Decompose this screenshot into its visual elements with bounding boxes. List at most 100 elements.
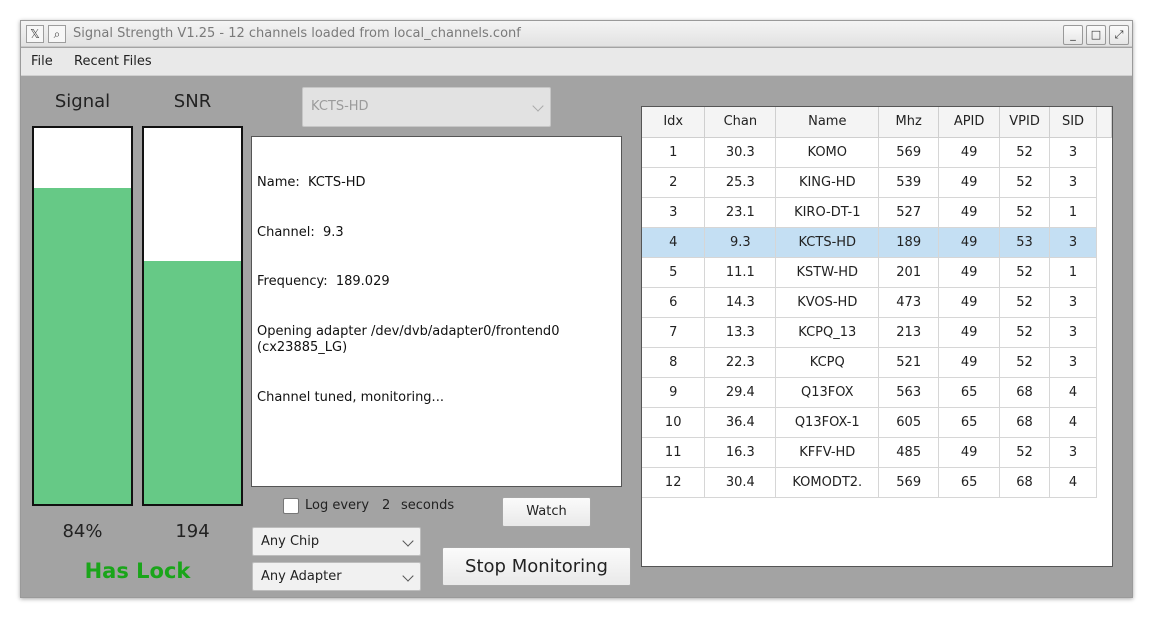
signal-meter-fill: [34, 188, 131, 504]
maximize-button[interactable]: □: [1086, 25, 1106, 45]
channel-table[interactable]: Idx Chan Name Mhz APID VPID SID 1 30.3 KOM…: [641, 106, 1113, 567]
table-cell: 189: [878, 227, 940, 258]
table-cell: 4: [642, 227, 706, 258]
table-row[interactable]: 7 13.3 KCPQ_13 213 49 52 3: [642, 317, 1112, 348]
table-cell: 4: [1049, 467, 1097, 498]
table-cell-filler: [1096, 227, 1112, 257]
table-cell: 49: [938, 167, 1001, 198]
table-row[interactable]: 10 36.4 Q13FOX-1 605 65 68 4: [642, 407, 1112, 438]
table-cell: 22.3: [704, 347, 777, 378]
log-every-label: Log every: [305, 498, 370, 513]
snr-label: SNR: [173, 91, 212, 112]
table-cell: 11: [642, 437, 706, 468]
watch-button[interactable]: Watch: [502, 497, 591, 527]
table-row[interactable]: 11 16.3 KFFV-HD 485 49 52 3: [642, 437, 1112, 468]
table-cell: 569: [878, 467, 940, 498]
table-cell: 49: [938, 317, 1001, 348]
column-header-vpid[interactable]: VPID: [999, 107, 1051, 138]
table-cell: KVOS-HD: [775, 287, 880, 318]
table-cell: 3: [1049, 227, 1097, 258]
table-cell: 52: [999, 197, 1051, 228]
table-cell: 14.3: [704, 287, 777, 318]
table-cell: 3: [1049, 317, 1097, 348]
table-cell: 49: [938, 347, 1001, 378]
window-menu-icon[interactable]: ⌕: [48, 25, 66, 43]
table-cell: 49: [938, 287, 1001, 318]
table-cell: 9.3: [704, 227, 777, 258]
table-cell: 68: [999, 467, 1051, 498]
table-cell: 12: [642, 467, 706, 498]
log-checkbox[interactable]: [283, 498, 299, 514]
adapter-select[interactable]: Any Adapter: [252, 562, 421, 591]
table-cell: 49: [938, 197, 1001, 228]
app-window: 𝕏 ⌕ Signal Strength V1.25 - 12 channels …: [20, 20, 1133, 598]
signal-meter: [32, 126, 133, 506]
table-cell: 539: [878, 167, 940, 198]
stop-monitoring-button[interactable]: Stop Monitoring: [442, 547, 631, 586]
table-cell: KOMO: [775, 137, 880, 168]
close-button[interactable]: ⤢: [1109, 25, 1129, 45]
table-cell: 521: [878, 347, 940, 378]
table-cell: 49: [938, 437, 1001, 468]
column-header-mhz[interactable]: Mhz: [878, 107, 940, 138]
table-cell: 52: [999, 287, 1051, 318]
chevron-down-icon: [402, 570, 414, 582]
table-cell: Q13FOX-1: [775, 407, 880, 438]
table-row[interactable]: 5 11.1 KSTW-HD 201 49 52 1: [642, 257, 1112, 288]
column-header-sid[interactable]: SID: [1049, 107, 1097, 138]
table-cell: 3: [1049, 437, 1097, 468]
table-row[interactable]: 2 25.3 KING-HD 539 49 52 3: [642, 167, 1112, 198]
table-cell: 201: [878, 257, 940, 288]
column-header-idx[interactable]: Idx: [642, 107, 706, 138]
minimize-button[interactable]: _: [1063, 25, 1083, 45]
table-cell: 6: [642, 287, 706, 318]
table-cell: 49: [938, 227, 1001, 258]
table-cell: 16.3: [704, 437, 777, 468]
menu-file[interactable]: File: [31, 48, 53, 76]
x11-app-icon[interactable]: 𝕏: [26, 25, 44, 43]
table-cell: 52: [999, 317, 1051, 348]
table-row[interactable]: 6 14.3 KVOS-HD 473 49 52 3: [642, 287, 1112, 318]
table-cell: KCPQ: [775, 347, 880, 378]
table-cell: 23.1: [704, 197, 777, 228]
channel-select-value: KCTS-HD: [311, 99, 369, 114]
table-row[interactable]: 8 22.3 KCPQ 521 49 52 3: [642, 347, 1112, 378]
menu-recent-files[interactable]: Recent Files: [74, 48, 152, 76]
signal-value: 84%: [62, 521, 103, 542]
table-cell-filler: [1096, 467, 1112, 497]
signal-label: Signal: [54, 91, 111, 112]
table-cell: 3: [642, 197, 706, 228]
table-cell: 52: [999, 257, 1051, 288]
table-cell: 10: [642, 407, 706, 438]
table-cell: 605: [878, 407, 940, 438]
lock-status: Has Lock: [84, 559, 191, 583]
table-cell: KSTW-HD: [775, 257, 880, 288]
table-cell: 25.3: [704, 167, 777, 198]
log-interval[interactable]: 2: [382, 498, 390, 513]
table-cell: KFFV-HD: [775, 437, 880, 468]
table-cell: KCTS-HD: [775, 227, 880, 258]
table-cell: 3: [1049, 347, 1097, 378]
column-header-name[interactable]: Name: [775, 107, 880, 138]
table-cell-filler: [1096, 167, 1112, 197]
table-cell-filler: [1096, 197, 1112, 227]
chip-select-value: Any Chip: [261, 534, 320, 549]
adapter-select-value: Any Adapter: [261, 569, 342, 584]
table-cell-filler: [1096, 437, 1112, 467]
table-row[interactable]: 1 30.3 KOMO 569 49 52 3: [642, 137, 1112, 168]
table-row[interactable]: 3 23.1 KIRO-DT-1 527 49 52 1: [642, 197, 1112, 228]
chip-select[interactable]: Any Chip: [252, 527, 421, 556]
table-row[interactable]: 12 30.4 KOMODT2. 569 65 68 4: [642, 467, 1112, 498]
table-cell: 52: [999, 167, 1051, 198]
table-cell: 527: [878, 197, 940, 228]
column-header-chan[interactable]: Chan: [704, 107, 777, 138]
table-cell: 563: [878, 377, 940, 408]
column-header-apid[interactable]: APID: [938, 107, 1001, 138]
table-cell: 485: [878, 437, 940, 468]
table-row[interactable]: 4 9.3 KCTS-HD 189 49 53 3: [642, 227, 1112, 258]
table-row[interactable]: 9 29.4 Q13FOX 563 65 68 4: [642, 377, 1112, 408]
table-cell: 5: [642, 257, 706, 288]
table-cell: KIRO-DT-1: [775, 197, 880, 228]
channel-select[interactable]: KCTS-HD: [302, 87, 551, 127]
table-cell: 3: [1049, 287, 1097, 318]
